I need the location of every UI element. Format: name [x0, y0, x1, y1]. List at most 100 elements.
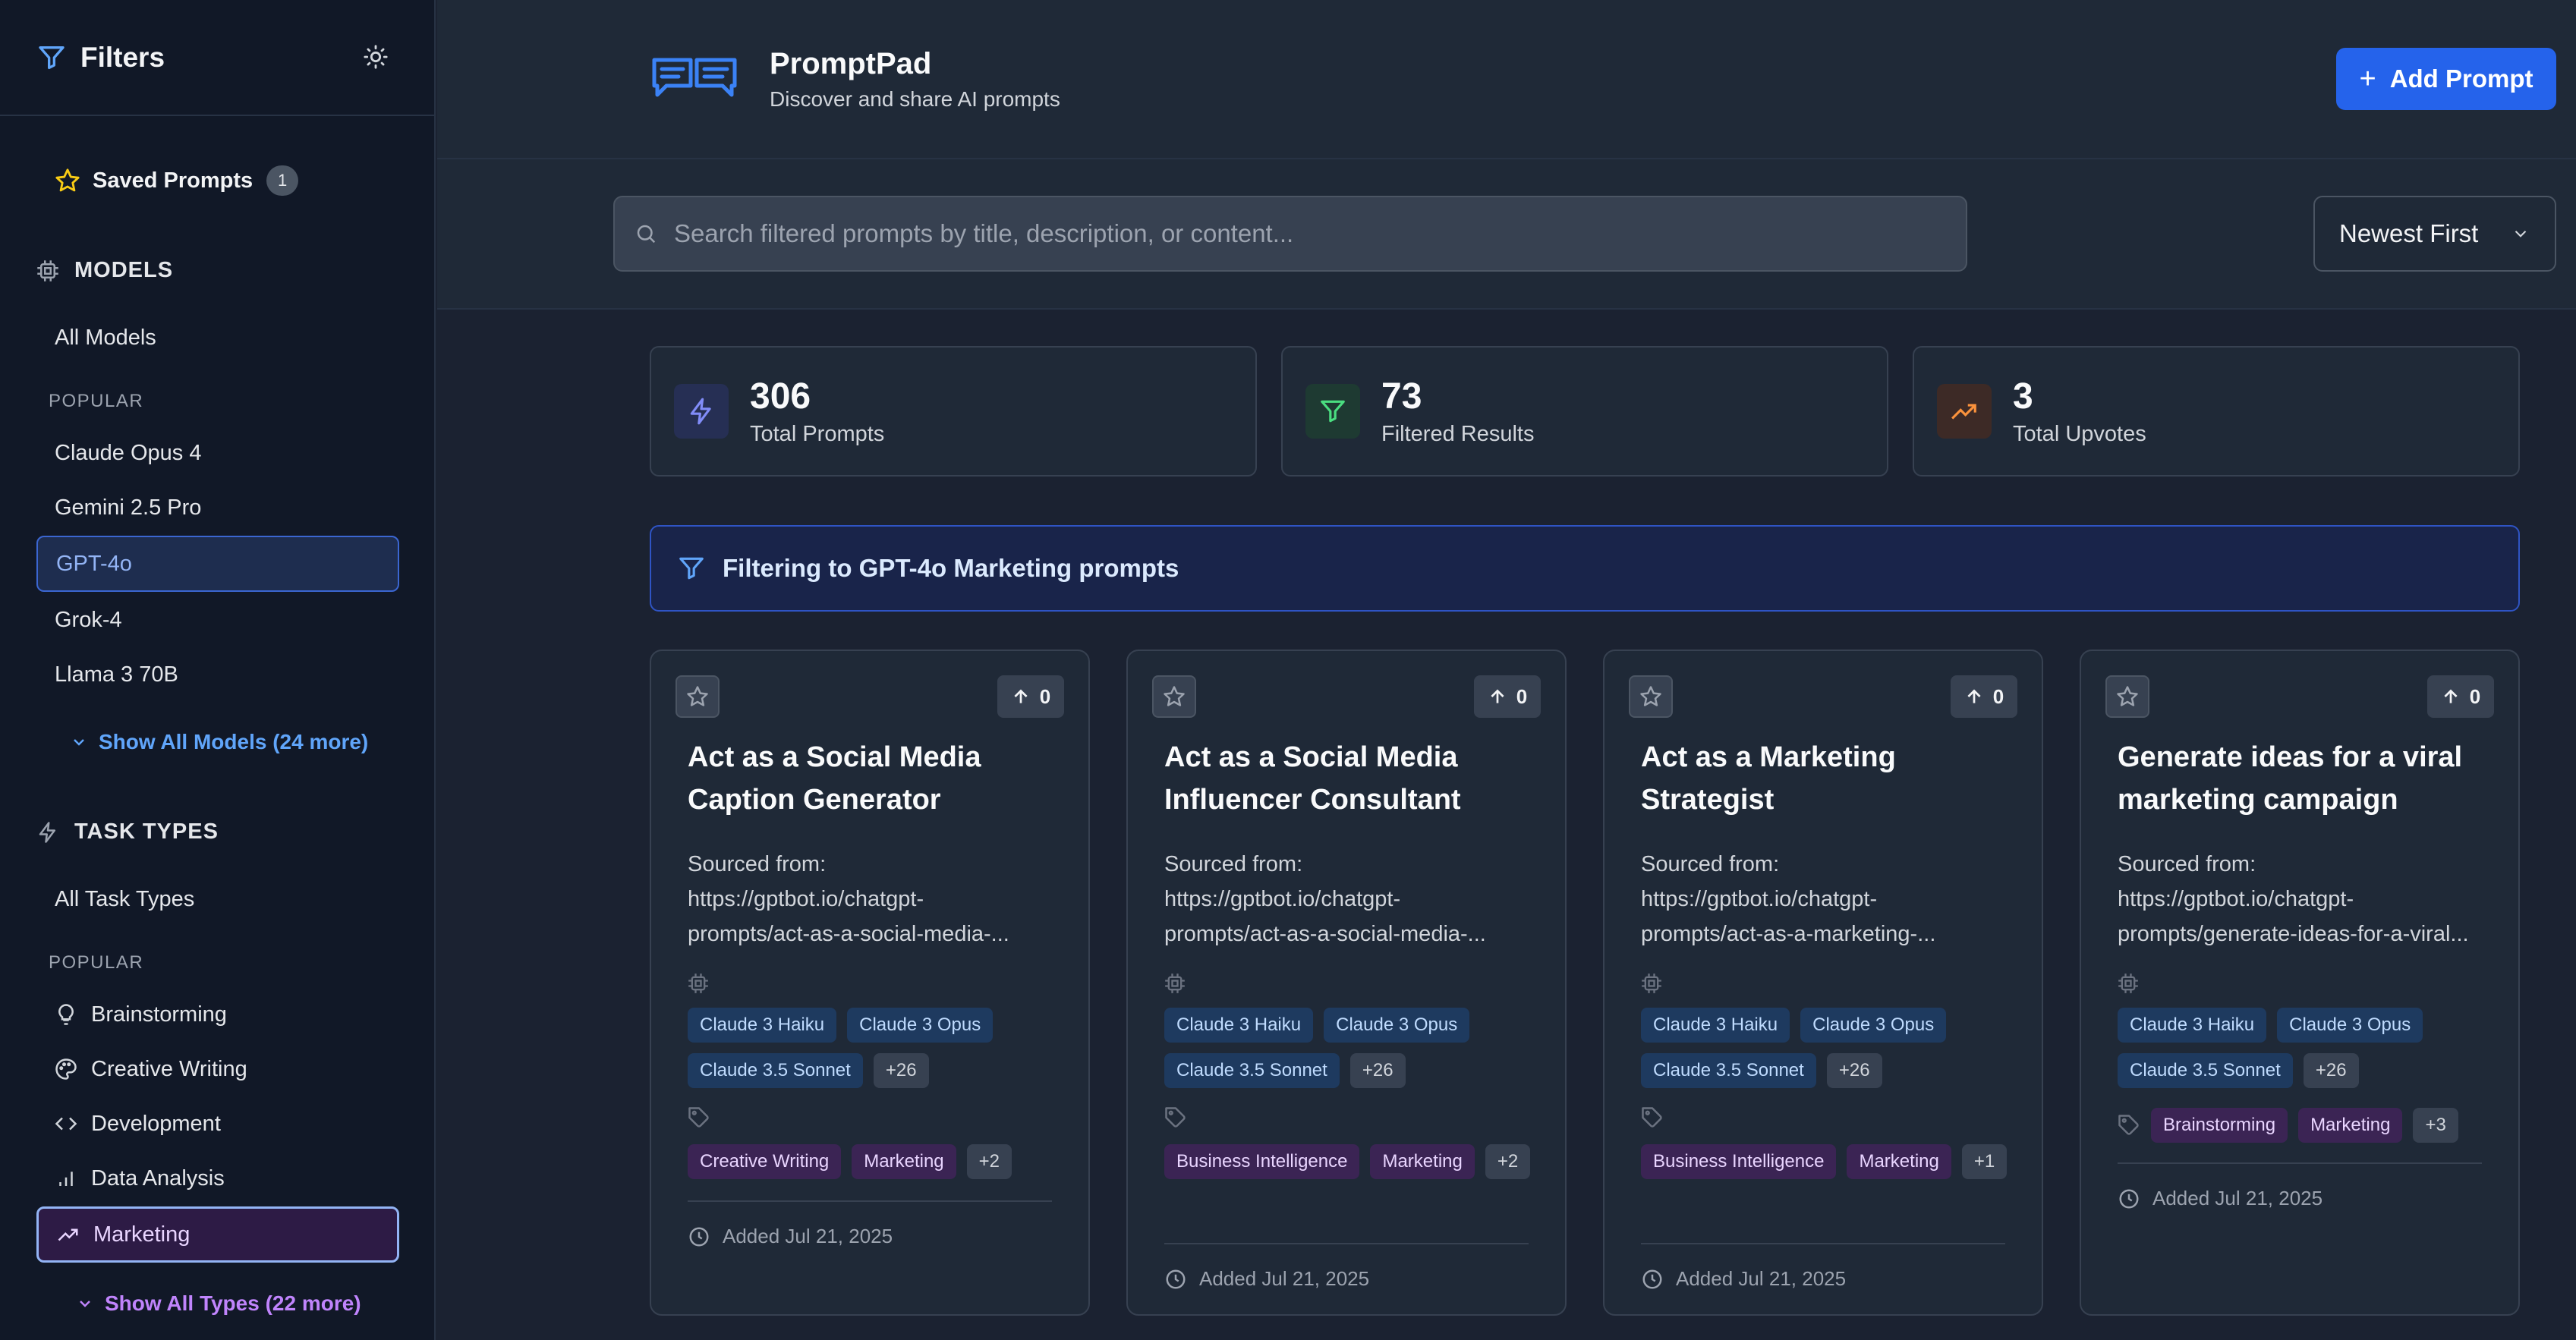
- sidebar-model-llama-3-70b[interactable]: Llama 3 70B: [36, 646, 399, 703]
- save-star-button[interactable]: [675, 675, 720, 718]
- zap-icon: [39, 821, 55, 843]
- more-models-chip[interactable]: +26: [1826, 1053, 1882, 1088]
- arrow-up-icon: [1014, 689, 1028, 703]
- cpu-icon: [1642, 974, 1661, 993]
- model-chip[interactable]: Claude 3 Opus: [1800, 1008, 1947, 1043]
- tag-chip[interactable]: Business Intelligence: [1164, 1144, 1360, 1179]
- prompt-card[interactable]: 0 Act as a Marketing Strategist Sourced …: [1603, 650, 2043, 1316]
- upvote-button[interactable]: 0: [2427, 675, 2494, 718]
- card-added-date: Added Jul 21, 2025: [2118, 1187, 2322, 1210]
- model-chip[interactable]: Claude 3 Haiku: [1641, 1008, 1790, 1043]
- save-star-button[interactable]: [2105, 675, 2149, 718]
- stat-total-prompts: 306 Total Prompts: [650, 346, 1257, 477]
- chat-bubbles-logo-icon: [652, 58, 737, 96]
- more-tags-chip[interactable]: +3: [2413, 1108, 2458, 1143]
- tag-chip[interactable]: Creative Writing: [688, 1144, 842, 1179]
- all-task-types-item[interactable]: All Task Types: [36, 871, 399, 927]
- model-chips: Claude 3 Haiku Claude 3 Opus Claude 3.5 …: [1164, 1008, 1544, 1088]
- upvote-button[interactable]: 0: [997, 675, 1064, 718]
- arrow-up-icon: [1967, 689, 1981, 703]
- card-divider: [2118, 1162, 2482, 1164]
- card-title[interactable]: Generate ideas for a viral marketing cam…: [2118, 736, 2497, 821]
- tag-icon: [2118, 1115, 2139, 1135]
- save-star-button[interactable]: [1152, 675, 1196, 718]
- add-prompt-button[interactable]: + Add Prompt: [2336, 48, 2556, 110]
- model-chips: Claude 3 Haiku Claude 3 Opus Claude 3.5 …: [2118, 1008, 2497, 1088]
- card-title[interactable]: Act as a Social Media Influencer Consult…: [1164, 736, 1544, 821]
- tag-chip[interactable]: Marketing: [852, 1144, 956, 1179]
- model-chip[interactable]: Claude 3 Opus: [2277, 1008, 2423, 1043]
- sidebar-type-brainstorming[interactable]: Brainstorming: [36, 986, 399, 1043]
- all-models-item[interactable]: All Models: [36, 310, 399, 366]
- model-chip[interactable]: Claude 3 Haiku: [1164, 1008, 1314, 1043]
- more-tags-chip[interactable]: +2: [966, 1144, 1012, 1179]
- star-icon: [1640, 686, 1661, 706]
- trending-up-icon: [58, 1228, 78, 1241]
- model-chip[interactable]: Claude 3.5 Sonnet: [688, 1053, 863, 1088]
- theme-toggle-icon[interactable]: [363, 44, 389, 70]
- sidebar-model-gemini-2-5-pro[interactable]: Gemini 2.5 Pro: [36, 480, 399, 536]
- more-models-chip[interactable]: +26: [2303, 1053, 2359, 1088]
- sidebar-model-claude-opus-4[interactable]: Claude Opus 4: [36, 425, 399, 481]
- more-models-chip[interactable]: +26: [873, 1053, 929, 1088]
- clock-icon: [1166, 1269, 1186, 1288]
- sidebar-type-development[interactable]: Development: [36, 1096, 399, 1152]
- card-added-date: Added Jul 21, 2025: [1641, 1267, 1846, 1291]
- prompt-card[interactable]: 0 Act as a Social Media Influencer Consu…: [1126, 650, 1567, 1316]
- model-chip[interactable]: Claude 3.5 Sonnet: [1164, 1053, 1340, 1088]
- search-box[interactable]: [613, 196, 1967, 272]
- upvote-button[interactable]: 0: [1951, 675, 2017, 718]
- sort-select[interactable]: Newest First: [2313, 196, 2556, 272]
- model-chip[interactable]: Claude 3.5 Sonnet: [1641, 1053, 1816, 1088]
- tag-chip[interactable]: Business Intelligence: [1641, 1144, 1837, 1179]
- upvote-button[interactable]: 0: [1474, 675, 1541, 718]
- saved-prompts-button[interactable]: Saved Prompts 1: [55, 165, 299, 196]
- prompt-card[interactable]: 0 Generate ideas for a viral marketing c…: [2080, 650, 2520, 1316]
- models-popular-label: POPULAR: [49, 391, 144, 411]
- show-all-models-button[interactable]: Show All Models (24 more): [70, 730, 368, 754]
- cpu-icon: [688, 974, 708, 993]
- clock-icon: [1642, 1269, 1662, 1288]
- model-chip[interactable]: Claude 3 Haiku: [688, 1008, 837, 1043]
- top-bar: PromptPad Discover and share AI prompts …: [437, 0, 2576, 159]
- save-star-button[interactable]: [1629, 675, 1673, 718]
- sidebar-model-grok-4[interactable]: Grok-4: [36, 592, 399, 648]
- filter-icon: [39, 46, 65, 69]
- show-all-types-button[interactable]: Show All Types (22 more): [76, 1291, 361, 1316]
- model-chip[interactable]: Claude 3.5 Sonnet: [2118, 1053, 2293, 1088]
- card-description: Sourced from: https://gptbot.io/chatgpt-p…: [688, 852, 1009, 946]
- clock-icon: [2119, 1189, 2139, 1208]
- tag-chip[interactable]: Marketing: [2298, 1108, 2403, 1143]
- tag-chips: Brainstorming Marketing +3: [2118, 1108, 2497, 1143]
- bar-chart-icon: [59, 1172, 73, 1186]
- arrow-up-icon: [2444, 689, 2458, 703]
- search-input[interactable]: [674, 219, 1966, 248]
- model-chip[interactable]: Claude 3 Opus: [847, 1008, 994, 1043]
- sidebar-model-gpt-4o[interactable]: GPT-4o: [36, 536, 399, 592]
- sidebar-type-data-analysis[interactable]: Data Analysis: [36, 1150, 399, 1206]
- sidebar-type-creative-writing[interactable]: Creative Writing: [36, 1041, 399, 1097]
- tag-chip[interactable]: Marketing: [1847, 1144, 1951, 1179]
- stat-value: 3: [2013, 376, 2033, 417]
- card-title[interactable]: Act as a Marketing Strategist: [1641, 736, 2020, 821]
- star-icon: [687, 686, 708, 706]
- card-title[interactable]: Act as a Social Media Caption Generator: [688, 736, 1067, 821]
- tag-chip[interactable]: Marketing: [1370, 1144, 1475, 1179]
- more-tags-chip[interactable]: +1: [1961, 1144, 2008, 1179]
- sidebar-type-marketing[interactable]: Marketing: [36, 1206, 399, 1263]
- zap-icon: [674, 384, 729, 439]
- plus-icon: +: [2359, 62, 2376, 95]
- task-types-section-title: TASK TYPES: [36, 819, 219, 845]
- more-tags-chip[interactable]: +2: [1485, 1144, 1531, 1179]
- types-popular-label: POPULAR: [49, 952, 144, 973]
- tag-chip[interactable]: Brainstorming: [2151, 1108, 2288, 1143]
- model-chip[interactable]: Claude 3 Haiku: [2118, 1008, 2267, 1043]
- tag-chips: Business Intelligence Marketing +1: [1641, 1144, 2020, 1179]
- model-chip[interactable]: Claude 3 Opus: [1324, 1008, 1470, 1043]
- tag-icon: [688, 1107, 709, 1128]
- chevron-down-icon: [74, 739, 84, 746]
- lightbulb-icon: [58, 1004, 74, 1025]
- more-models-chip[interactable]: +26: [1349, 1053, 1406, 1088]
- saved-prompts-label: Saved Prompts: [93, 168, 254, 193]
- prompt-card[interactable]: 0 Act as a Social Media Caption Generato…: [650, 650, 1090, 1316]
